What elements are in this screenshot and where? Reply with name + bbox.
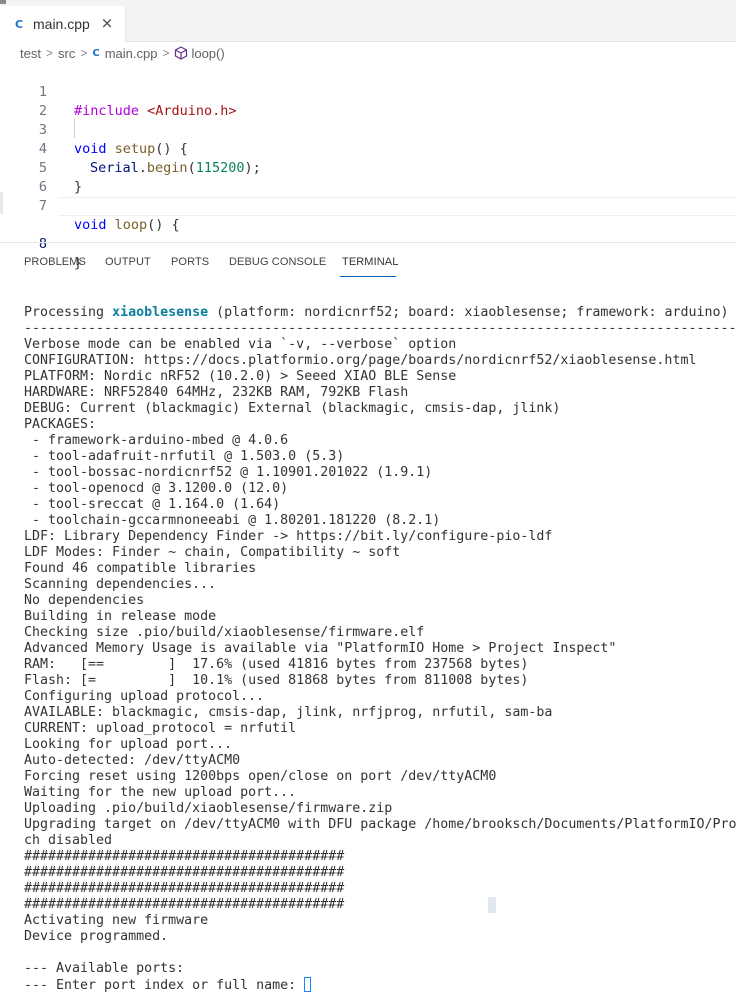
terminal-line: LDF: Library Dependency Finder -> https:… xyxy=(24,529,553,544)
terminal-line: PLATFORM: Nordic nRF52 (10.2.0) > Seeed … xyxy=(24,369,457,384)
active-line-highlight xyxy=(58,197,736,216)
code-line[interactable]: 5 } xyxy=(0,140,736,195)
terminal-line: ch disabled xyxy=(24,833,113,848)
terminal-output[interactable]: Processing xiaoblesense (platform: nordi… xyxy=(24,305,736,994)
breadcrumb-item-symbol[interactable]: loop() xyxy=(191,46,224,61)
terminal-line: Flash: [= ] 10.1% (used 81868 bytes from… xyxy=(24,673,529,688)
code-line[interactable]: 7 void loop() { xyxy=(0,178,736,233)
close-icon[interactable]: × xyxy=(99,15,115,31)
terminal-line: Looking for upload port... xyxy=(24,737,233,752)
top-strip-marker xyxy=(0,0,6,4)
terminal-cursor xyxy=(304,977,312,992)
code-token: () { xyxy=(147,217,180,233)
terminal-line: Configuring upload protocol... xyxy=(24,689,265,704)
terminal-line: ######################################## xyxy=(24,881,345,896)
terminal-line: DEBUG: Current (blackmagic) External (bl… xyxy=(24,401,561,416)
terminal-line: PACKAGES: xyxy=(24,417,97,432)
breadcrumb-item-test[interactable]: test xyxy=(20,46,41,61)
tab-debug-console[interactable]: DEBUG CONSOLE xyxy=(229,256,326,268)
terminal-line: ----------------------------------------… xyxy=(24,321,736,336)
terminal-line: --- Available ports: xyxy=(24,961,185,976)
terminal-line: CURRENT: upload_protocol = nrfutil xyxy=(24,721,297,736)
tab-output[interactable]: OUTPUT xyxy=(105,256,151,268)
terminal-line: Scanning dependencies... xyxy=(24,577,217,592)
active-tab-indicator xyxy=(340,276,396,277)
terminal-line: Building in release mode xyxy=(24,609,217,624)
terminal-line: Checking size .pio/build/xiaoblesense/fi… xyxy=(24,625,425,640)
terminal-line: CONFIGURATION: https://docs.platformio.o… xyxy=(24,353,697,368)
breadcrumb-item-src[interactable]: src xyxy=(58,46,75,61)
tab-problems[interactable]: PROBLEMS xyxy=(24,256,86,268)
tab-label: main.cpp xyxy=(33,16,90,32)
code-line[interactable]: 3 void setup() { xyxy=(0,102,736,157)
chevron-right-icon: > xyxy=(80,46,88,60)
terminal-line: ######################################## xyxy=(24,897,345,912)
terminal-prompt-line[interactable]: --- Enter port index or full name: xyxy=(24,977,736,993)
terminal-line: - framework-arduino-mbed @ 4.0.6 xyxy=(24,433,289,448)
editor-tab-bar: C main.cpp × xyxy=(0,6,736,42)
terminal-selection-ghost xyxy=(488,897,496,913)
vscode-window: C main.cpp × test > src > C main.cpp > l… xyxy=(0,0,736,994)
tab-main-cpp[interactable]: C main.cpp × xyxy=(0,6,126,42)
terminal-line: - tool-sreccat @ 1.164.0 (1.64) xyxy=(24,497,281,512)
method-cube-icon xyxy=(175,46,188,60)
terminal-env-name: xiaoblesense xyxy=(112,305,209,320)
code-token: void xyxy=(74,217,107,233)
terminal-line: Found 46 compatible libraries xyxy=(24,561,257,576)
terminal-line: Uploading .pio/build/xiaoblesense/firmwa… xyxy=(24,801,393,816)
terminal-line: Forcing reset using 1200bps open/close o… xyxy=(24,769,497,784)
chevron-right-icon: > xyxy=(45,46,53,60)
terminal-line: - tool-bossac-nordicnrf52 @ 1.10901.2010… xyxy=(24,465,433,480)
code-line[interactable]: 1 #include <Arduino.h> xyxy=(0,64,736,119)
code-line[interactable]: 2 xyxy=(0,83,736,119)
terminal-line: RAM: [== ] 17.6% (used 41816 bytes from … xyxy=(24,657,529,672)
terminal-line: Processing xiaoblesense (platform: nordi… xyxy=(24,305,729,320)
tab-terminal[interactable]: TERMINAL xyxy=(342,256,398,268)
terminal-line: Auto-detected: /dev/ttyACM0 xyxy=(24,753,241,768)
terminal-line: LDF Modes: Finder ~ chain, Compatibility… xyxy=(24,545,401,560)
breadcrumb-item-file[interactable]: main.cpp xyxy=(105,46,158,61)
terminal-line: Activating new firmware xyxy=(24,913,209,928)
code-line[interactable]: 6 xyxy=(0,159,736,195)
code-line-active[interactable]: 8 } xyxy=(0,197,736,271)
terminal-prompt: --- Enter port index or full name: xyxy=(24,978,305,993)
chevron-right-icon: > xyxy=(162,46,170,60)
terminal-line: HARDWARE: NRF52840 64MHz, 232KB RAM, 792… xyxy=(24,385,409,400)
gutter-marker xyxy=(0,192,3,214)
terminal-line: ######################################## xyxy=(24,849,345,864)
terminal-line: AVAILABLE: blackmagic, cmsis-dap, jlink,… xyxy=(24,705,553,720)
terminal-line: Upgrading target on /dev/ttyACM0 with DF… xyxy=(24,817,736,832)
terminal-line: Advanced Memory Usage is available via "… xyxy=(24,641,617,656)
terminal-line: ######################################## xyxy=(24,865,345,880)
c-plus-plus-file-icon: C xyxy=(92,47,100,59)
terminal-lines: ----------------------------------------… xyxy=(24,321,736,977)
terminal-line: - toolchain-gccarmnoneeabi @ 1.80201.181… xyxy=(24,513,441,528)
terminal-line: Verbose mode can be enabled via `-v, --v… xyxy=(24,337,457,352)
c-plus-plus-file-icon: C xyxy=(15,17,24,31)
terminal-line: Waiting for the new upload port... xyxy=(24,785,297,800)
code-line[interactable]: 4 Serial.begin(115200); xyxy=(0,121,736,176)
terminal-line: - tool-adafruit-nrfutil @ 1.503.0 (5.3) xyxy=(24,449,345,464)
tab-ports[interactable]: PORTS xyxy=(171,256,209,268)
code-token: loop xyxy=(106,217,148,233)
breadcrumb: test > src > C main.cpp > loop() xyxy=(0,42,736,64)
terminal-line: Device programmed. xyxy=(24,929,169,944)
code-editor[interactable]: 1 #include <Arduino.h> 2 3 void setup() … xyxy=(0,62,736,271)
terminal-line: - tool-openocd @ 3.1200.0 (12.0) xyxy=(24,481,289,496)
terminal-line: No dependencies xyxy=(24,593,145,608)
panel-tab-bar: PROBLEMS OUTPUT PORTS DEBUG CONSOLE TERM… xyxy=(0,243,736,279)
